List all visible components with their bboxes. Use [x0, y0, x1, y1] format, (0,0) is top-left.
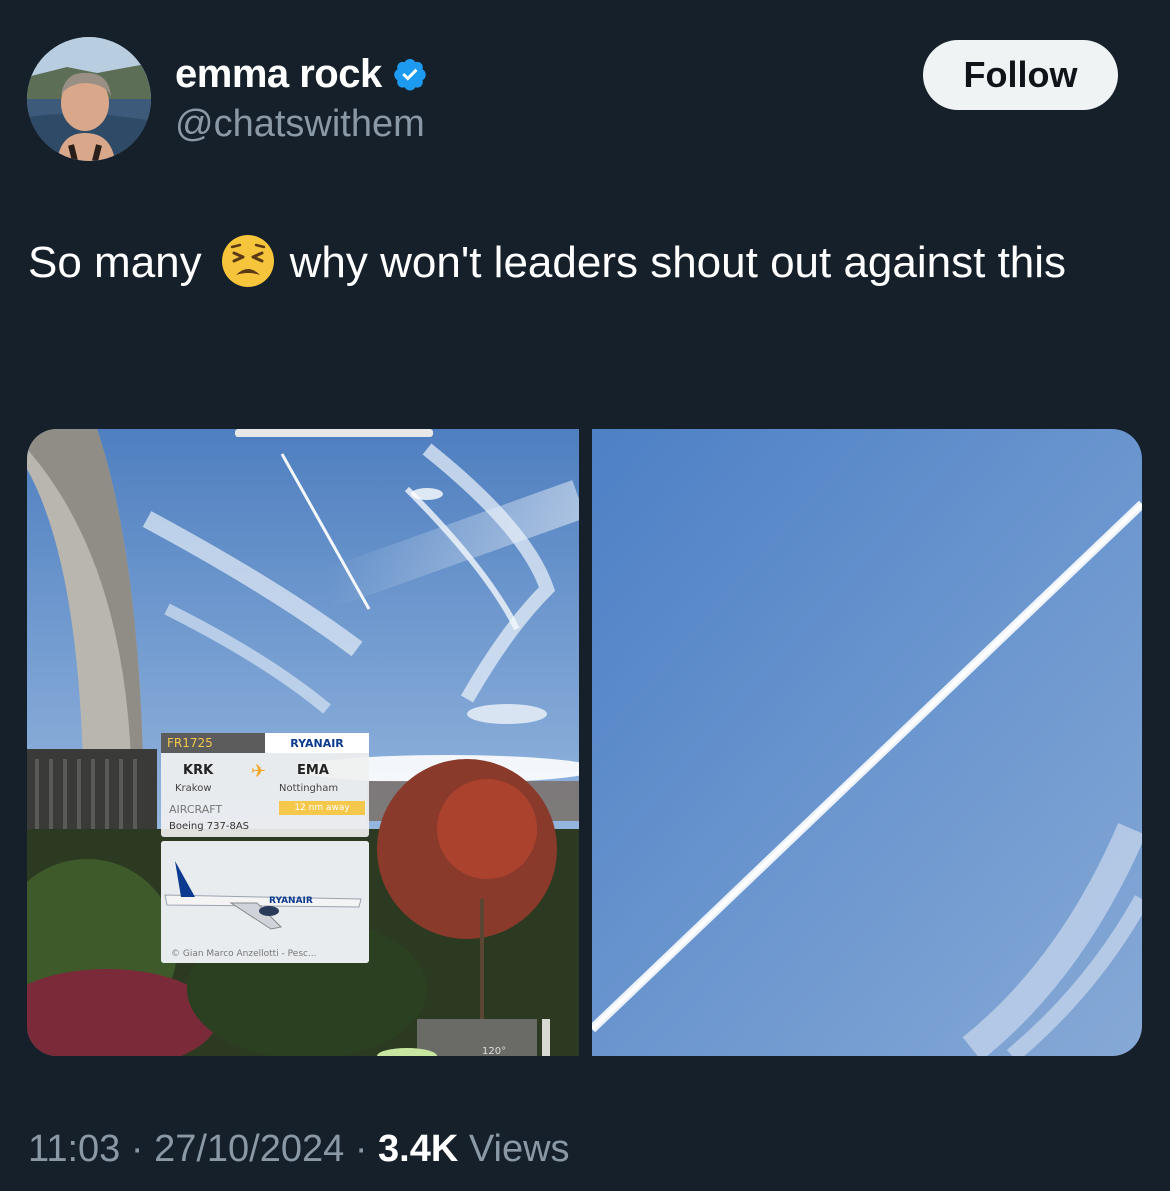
tweet-media[interactable]: 120° FR1725 RYANAIR KRK Krakow ✈ EMA Not…: [27, 429, 1142, 1056]
aircraft-label: AIRCRAFT: [169, 803, 223, 816]
author-name-row[interactable]: emma rock: [175, 52, 428, 96]
aircraft-type: Boeing 737-8AS: [169, 821, 250, 832]
origin-city: Krakow: [175, 783, 212, 794]
tweet-text-part-2: why won't leaders shout out against this: [289, 238, 1067, 287]
aircraft-photo: RYANAIR © Gian Marco Anzellotti - Pesc..…: [161, 841, 369, 963]
svg-text:120°: 120°: [482, 1046, 506, 1056]
destination-code: EMA: [297, 763, 329, 778]
views-label: Views: [468, 1128, 570, 1170]
airline-logo-text: RYANAIR: [265, 733, 369, 753]
meta-separator: ·: [130, 1128, 144, 1170]
tweet-date[interactable]: 27/10/2024: [154, 1128, 344, 1170]
follow-button[interactable]: Follow: [923, 40, 1118, 110]
photo-credit: © Gian Marco Anzellotti - Pesc...: [171, 949, 317, 959]
avatar[interactable]: [27, 37, 151, 161]
author-handle[interactable]: @chatswithem: [175, 102, 425, 146]
tweet-text-part-1: So many: [28, 238, 202, 287]
media-image-garden-sky[interactable]: 120° FR1725 RYANAIR KRK Krakow ✈ EMA Not…: [27, 429, 579, 1056]
tweet-meta: 11:03 · 27/10/2024 · 3.4K Views: [28, 1124, 570, 1174]
verified-badge-icon: [392, 56, 428, 92]
origin-code: KRK: [183, 763, 214, 778]
tired-face-emoji-icon: [220, 233, 276, 289]
media-image-contrail[interactable]: [592, 429, 1142, 1056]
tweet-text: So many why won't leaders shout out agai…: [28, 232, 1138, 294]
destination-city: Nottingham: [279, 783, 339, 794]
airplane-icon: ✈: [251, 761, 267, 782]
flight-number: FR1725: [161, 733, 265, 753]
tweet-time[interactable]: 11:03: [28, 1128, 120, 1170]
plane-livery-text: RYANAIR: [269, 896, 313, 906]
display-name[interactable]: emma rock: [175, 52, 382, 96]
flight-info-card: FR1725 RYANAIR KRK Krakow ✈ EMA Nottingh…: [161, 733, 369, 837]
distance-badge: 12 nm away: [279, 801, 365, 815]
meta-separator: ·: [354, 1128, 368, 1170]
views-count: 3.4K: [378, 1128, 459, 1170]
